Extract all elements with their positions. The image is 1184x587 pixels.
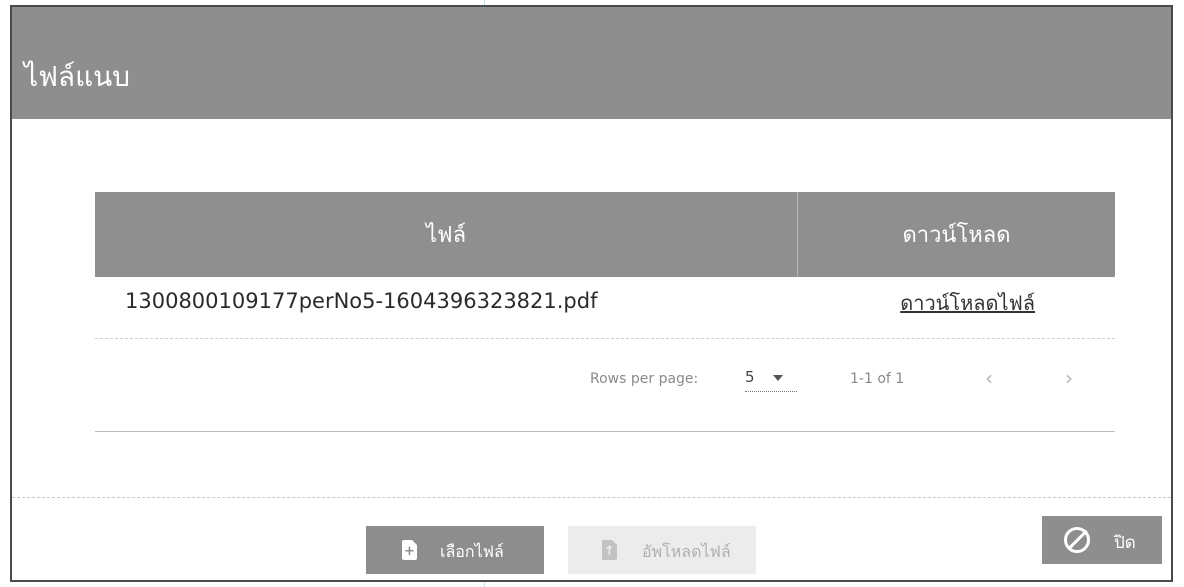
choose-file-label: เลือกไฟล์ [440, 542, 504, 561]
download-file-link[interactable]: ดาวน์โหลดไฟล์ [900, 287, 1035, 319]
dialog-header: ไฟล์แนบ [12, 7, 1171, 119]
table-header: ไฟล์ ดาวน์โหลด [95, 192, 1115, 277]
next-page-button[interactable]: › [1065, 366, 1073, 390]
previous-page-button[interactable]: ‹ [985, 366, 993, 390]
rows-per-page-label: Rows per page: [590, 371, 699, 387]
dialog-title: ไฟล์แนบ [24, 60, 131, 93]
upload-file-label: อัพโหลดไฟล์ [642, 542, 731, 561]
choose-file-button[interactable]: + เลือกไฟล์ [366, 526, 544, 574]
close-button[interactable]: ปิด [1042, 516, 1162, 564]
close-label: ปิด [1114, 533, 1136, 553]
footer-divider [12, 497, 1171, 498]
column-header-file: ไฟล์ [95, 192, 798, 277]
table-row: 1300800109177perNo5-1604396323821.pdf ดา… [95, 277, 1115, 339]
rows-per-page-value: 5 [745, 368, 755, 386]
file-upload-icon: ↑ [602, 540, 617, 560]
ban-icon [1064, 527, 1090, 553]
file-add-icon: + [402, 540, 417, 560]
table-pagination: Rows per page: 5 1-1 of 1 ‹ › [95, 339, 1115, 432]
file-name: 1300800109177perNo5-1604396323821.pdf [125, 289, 598, 313]
attachments-table: ไฟล์ ดาวน์โหลด 1300800109177perNo5-16043… [95, 192, 1115, 432]
attachment-dialog: ไฟล์แนบ ไฟล์ ดาวน์โหลด 1300800109177perN… [10, 5, 1173, 582]
caret-down-icon [773, 375, 783, 381]
rows-per-page-select[interactable]: 5 [745, 364, 797, 392]
page-range: 1-1 of 1 [850, 371, 905, 387]
upload-file-button[interactable]: ↑ อัพโหลดไฟล์ [568, 526, 756, 574]
column-header-download: ดาวน์โหลด [902, 223, 1011, 248]
